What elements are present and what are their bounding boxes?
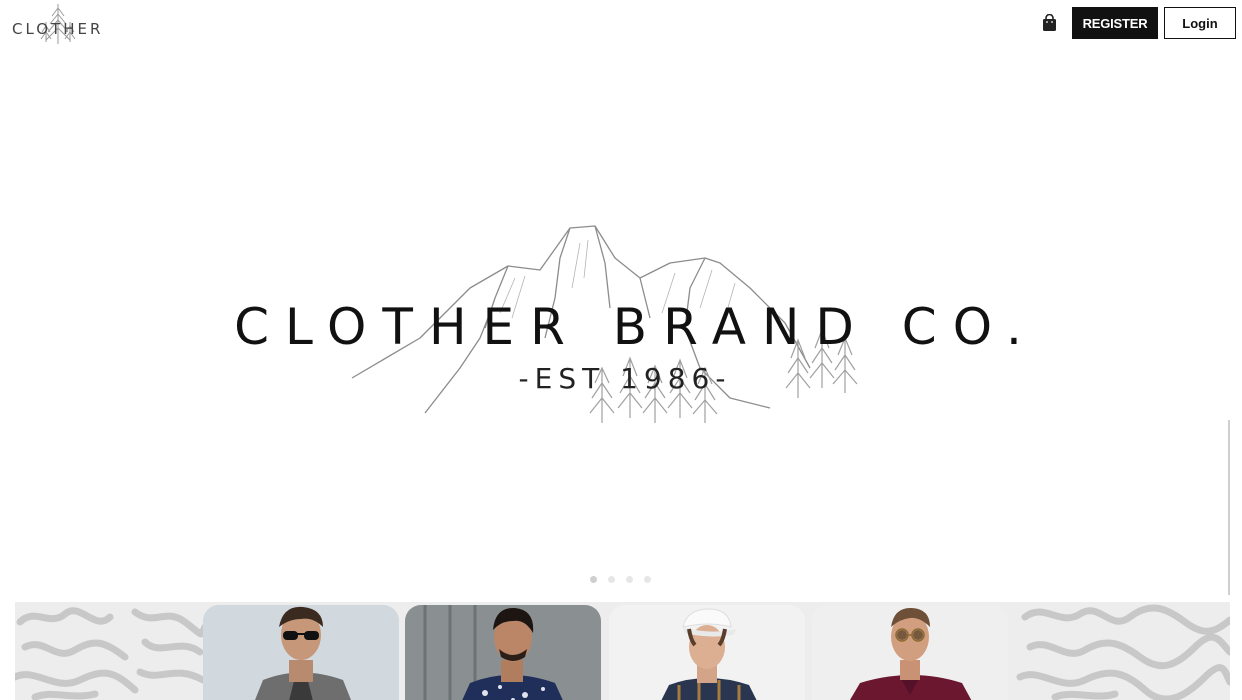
login-button[interactable]: Login (1164, 7, 1236, 39)
register-button[interactable]: REGISTER (1072, 7, 1158, 39)
carousel-dot-4[interactable] (644, 576, 651, 583)
product-image-2 (405, 605, 601, 700)
carousel-indicators (590, 576, 651, 583)
brand-established: -EST 1986- (518, 362, 732, 395)
hero-carousel: CLOTHER BRAND CO. -EST 1986- (0, 60, 1242, 595)
product-card-2[interactable] (405, 605, 601, 700)
site-logo[interactable]: CLOTHER (12, 2, 108, 46)
logo-text: CLOTHER (12, 20, 104, 38)
product-card-3[interactable] (609, 605, 805, 700)
product-card-1[interactable] (203, 605, 399, 700)
product-strip (15, 602, 1230, 700)
shopping-bag-icon (1043, 13, 1056, 31)
product-image-4 (812, 605, 1008, 700)
carousel-dot-1[interactable] (590, 576, 597, 583)
product-image-1 (203, 605, 399, 700)
brand-title: CLOTHER BRAND CO. (234, 298, 1038, 356)
cart-button[interactable] (1041, 13, 1058, 32)
carousel-dot-3[interactable] (626, 576, 633, 583)
carousel-dot-2[interactable] (608, 576, 615, 583)
page: CLOTHER REGISTER Login CLOTHER BRAND CO.… (0, 0, 1242, 700)
product-card-4[interactable] (812, 605, 1008, 700)
scrollbar[interactable] (1228, 420, 1230, 595)
product-image-3 (609, 605, 805, 700)
